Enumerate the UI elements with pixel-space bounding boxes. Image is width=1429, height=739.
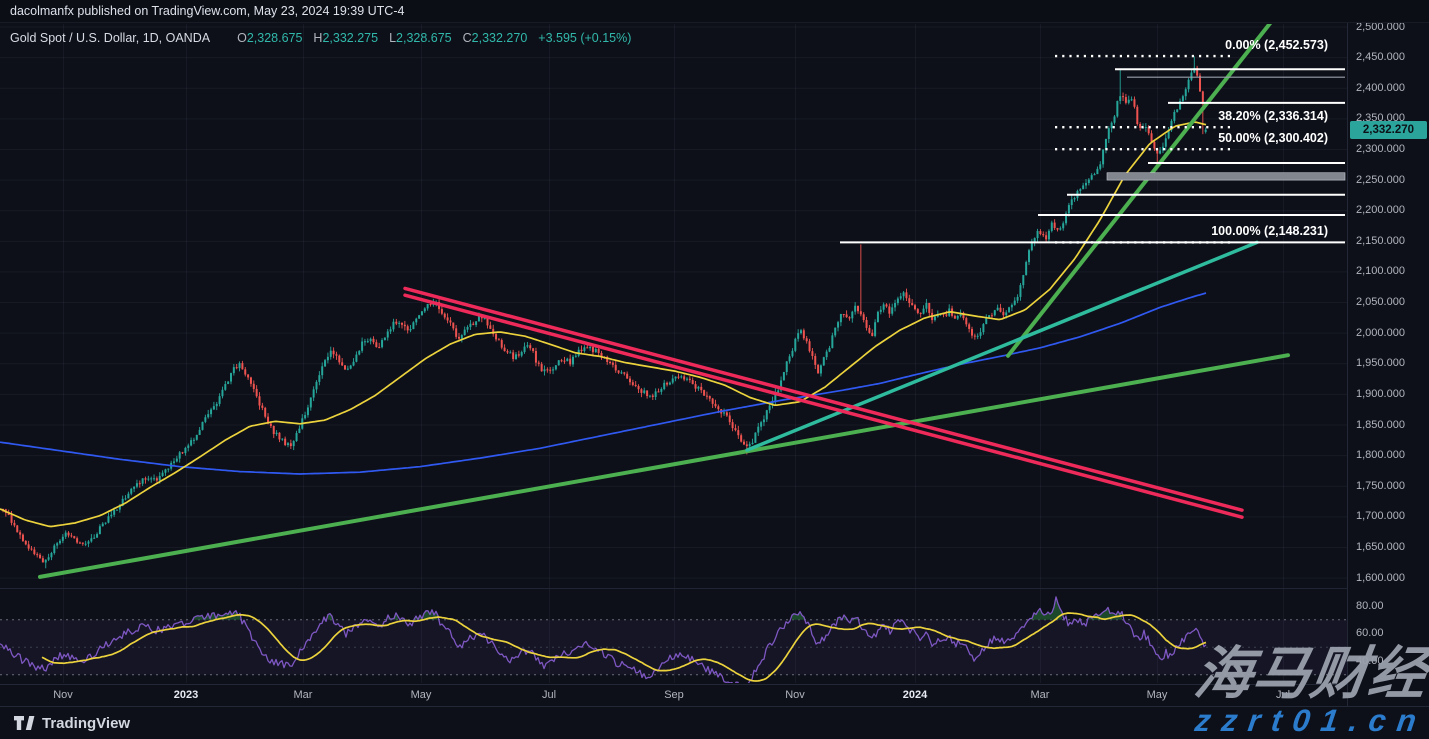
price-tick-label: 2,000.000 [1356,327,1405,339]
tradingview-logo[interactable]: TradingView [14,715,130,732]
price-tick-label: 1,800.000 [1356,449,1405,461]
time-tick-label: 2023 [174,689,198,701]
tradingview-published-chart: dacolmanfx published on TradingView.com,… [0,0,1429,739]
price-tick-label: 1,900.000 [1356,388,1405,400]
tradingview-logo-text: TradingView [42,715,130,732]
chart-canvas[interactable] [0,0,1347,706]
price-tick-label: 2,300.000 [1356,143,1405,155]
price-tick-label: 1,750.000 [1356,480,1405,492]
ohlc-key: C [463,31,472,45]
symbol-legend: Gold Spot / U.S. Dollar, 1D, OANDAO2,328… [10,31,631,45]
price-tick-label: 2,150.000 [1356,235,1405,247]
price-tick-label: 1,650.000 [1356,541,1405,553]
price-tick-label: 1,600.000 [1356,572,1405,584]
time-tick-label: May [1147,689,1168,701]
time-tick-label: 2024 [903,689,927,701]
price-tick-label: 2,050.000 [1356,296,1405,308]
time-tick-label: May [411,689,432,701]
change-value: +3.595 (+0.15%) [538,31,631,45]
symbol-title[interactable]: Gold Spot / U.S. Dollar, 1D, OANDA [10,31,210,45]
price-tick-label: 1,850.000 [1356,419,1405,431]
trendline-teal-uptrend [747,242,1257,450]
ohlc-key: L [389,31,396,45]
ohlc-value: 2,328.675 [247,31,303,45]
ohlc-value: 2,332.270 [472,31,528,45]
time-axis[interactable]: Nov 2023 Mar May Jul Sep Nov 2024 Mar May Jul [0,684,1347,707]
footer-bar: TradingView [0,706,1429,739]
trendline-steep-uptrend [1008,22,1271,356]
ohlc-value: 2,332.275 [322,31,378,45]
tradingview-logo-icon [14,716,35,730]
fib-label: 50.00% (2,300.402) [1218,131,1328,145]
publish-info-text: dacolmanfx published on TradingView.com,… [10,4,404,18]
last-price-badge: 2,332.270 [1350,121,1427,139]
publish-header: dacolmanfx published on TradingView.com,… [0,0,1429,23]
trendline-downtrend-lower [405,295,1242,517]
time-tick-label: Nov [53,689,73,701]
fib-label: 38.20% (2,336.314) [1218,109,1328,123]
rsi-tick-label: 80.00 [1356,600,1384,612]
time-tick-label: Sep [664,689,684,701]
price-tick-label: 1,700.000 [1356,510,1405,522]
price-tick-label: 2,250.000 [1356,174,1405,186]
trendline-downtrend-upper [405,288,1242,510]
time-tick-label: Jul [542,689,556,701]
price-axis[interactable]: 2,500.0002,450.0002,400.0002,350.0002,30… [1347,0,1429,706]
price-tick-label: 2,450.000 [1356,51,1405,63]
rsi-tick-label: 60.00 [1356,627,1384,639]
ohlc-value: 2,328.675 [396,31,452,45]
fib-label: 100.00% (2,148.231) [1211,224,1328,238]
price-tick-label: 1,950.000 [1356,357,1405,369]
ohlc-key: O [237,31,247,45]
time-tick-label: Jul [1276,689,1290,701]
price-tick-label: 2,200.000 [1356,204,1405,216]
time-tick-label: Nov [785,689,805,701]
fib-label: 0.00% (2,452.573) [1225,38,1328,52]
time-tick-label: Mar [1031,689,1050,701]
rsi-tick-label: 40.00 [1356,655,1384,667]
time-tick-label: Mar [294,689,313,701]
price-tick-label: 2,400.000 [1356,82,1405,94]
price-tick-label: 2,100.000 [1356,265,1405,277]
ohlc-values: O2,328.675H2,332.275L2,328.675C2,332.270 [226,31,527,45]
